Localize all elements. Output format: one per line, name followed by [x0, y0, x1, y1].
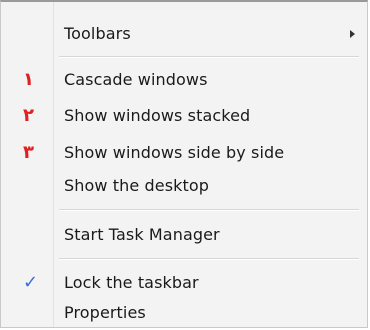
menu-item-label: Lock the taskbar: [64, 273, 199, 292]
menu-item-label: Cascade windows: [64, 70, 208, 89]
menu-item-show-the-desktop[interactable]: Show the desktop: [1, 172, 367, 200]
menu-item-cascade-windows[interactable]: ۱ Cascade windows: [1, 66, 367, 94]
menu-item-label: Show windows side by side: [64, 143, 285, 162]
menu-item-properties[interactable]: Properties: [1, 299, 367, 327]
step-marker-1: ۱: [23, 69, 34, 90]
menu-item-show-windows-side-by-side[interactable]: ۳ Show windows side by side: [1, 139, 367, 167]
menu-item-toolbars[interactable]: Toolbars: [1, 20, 367, 48]
taskbar-context-menu: Toolbars ۱ Cascade windows ۲ Show window…: [0, 0, 368, 328]
menu-item-label: Show windows stacked: [64, 106, 251, 125]
menu-separator: [59, 258, 359, 260]
checkmark-icon: ✓: [23, 272, 39, 293]
menu-item-label: Start Task Manager: [64, 225, 220, 244]
step-marker-2: ۲: [23, 105, 34, 126]
step-marker-3: ۳: [23, 142, 34, 163]
menu-item-label: Toolbars: [64, 24, 131, 43]
menu-separator: [59, 56, 359, 58]
menu-separator: [59, 209, 359, 211]
menu-item-label: Show the desktop: [64, 176, 210, 195]
menu-item-show-windows-stacked[interactable]: ۲ Show windows stacked: [1, 102, 367, 130]
menu-item-lock-the-taskbar[interactable]: ✓ Lock the taskbar: [1, 269, 367, 297]
chevron-right-icon: [350, 30, 355, 38]
menu-item-start-task-manager[interactable]: Start Task Manager: [1, 221, 367, 249]
menu-item-label: Properties: [64, 303, 146, 322]
